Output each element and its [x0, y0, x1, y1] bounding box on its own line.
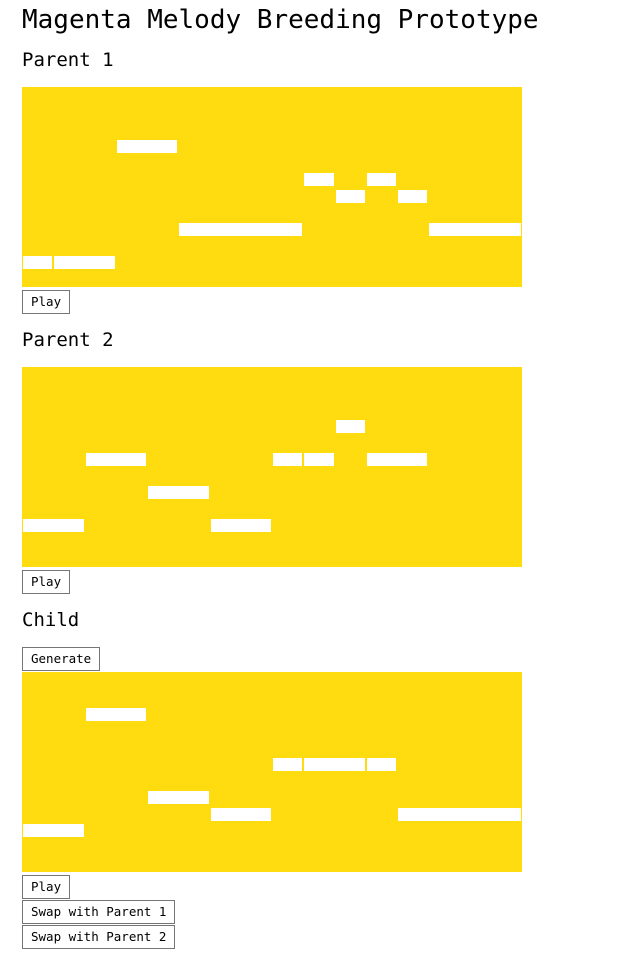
child-note-3 — [148, 791, 209, 804]
child-note-8 — [398, 808, 521, 821]
parent2-note-6 — [304, 453, 334, 466]
child-note-6 — [304, 758, 365, 771]
parent1-note-6 — [335, 190, 365, 203]
parent2-note-8 — [366, 453, 428, 466]
parent2-piano-roll — [22, 367, 522, 567]
parent2-note-3 — [148, 486, 209, 499]
parent1-note-2 — [54, 256, 115, 269]
child-piano-roll — [22, 672, 522, 872]
parent1-note-5 — [304, 173, 334, 186]
swap-with-parent2-button[interactable]: Swap with Parent 2 — [22, 925, 176, 949]
parent2-note-7 — [335, 420, 365, 433]
page-title: Magenta Melody Breeding Prototype — [22, 5, 539, 35]
child-note-2 — [85, 708, 146, 721]
parent1-note-8 — [398, 190, 428, 203]
parent1-heading: Parent 1 — [22, 49, 114, 71]
parent2-note-4 — [210, 519, 271, 532]
child-note-7 — [366, 758, 396, 771]
parent2-heading: Parent 2 — [22, 329, 114, 351]
parent1-play-button[interactable]: Play — [22, 290, 71, 314]
parent1-note-7 — [366, 173, 396, 186]
child-note-5 — [273, 758, 303, 771]
parent1-note-9 — [429, 223, 521, 236]
parent2-play-button[interactable]: Play — [22, 570, 71, 594]
child-play-button[interactable]: Play — [22, 875, 71, 899]
child-heading: Child — [22, 609, 80, 631]
parent2-note-5 — [273, 453, 303, 466]
parent2-note-1 — [23, 519, 84, 532]
child-note-1 — [23, 824, 84, 837]
child-note-4 — [210, 808, 271, 821]
swap-with-parent1-button[interactable]: Swap with Parent 1 — [22, 900, 176, 924]
parent2-note-2 — [85, 453, 146, 466]
child-generate-button[interactable]: Generate — [22, 647, 101, 671]
parent1-note-3 — [116, 140, 178, 153]
parent1-piano-roll — [22, 87, 522, 287]
parent1-note-4 — [179, 223, 303, 236]
parent1-note-1 — [23, 256, 53, 269]
